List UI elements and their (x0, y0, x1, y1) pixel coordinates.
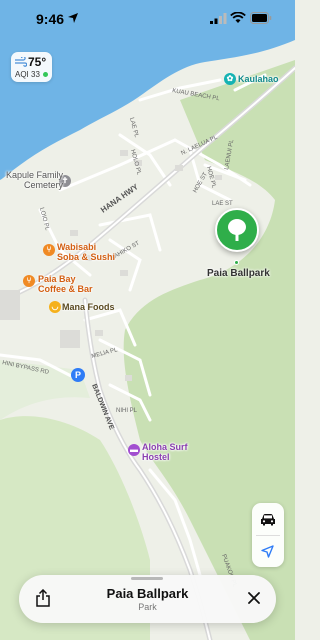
wind-icon (15, 57, 27, 67)
status-time: 9:46 (36, 11, 65, 27)
restaurant-poi-icon[interactable]: ⑂ (23, 275, 35, 287)
poi-label-paia-bay[interactable]: Paia Bay Coffee & Bar (38, 274, 93, 294)
poi-label-cemetery[interactable]: Kapule Family Cemetery (6, 170, 63, 190)
beach-poi-icon[interactable]: ✿ (224, 73, 236, 85)
car-icon (261, 514, 275, 526)
status-bar: 9:46 (0, 0, 295, 40)
parking-poi-icon[interactable]: P (71, 368, 85, 382)
street-label-lae-st: LAE ST (212, 201, 233, 207)
selected-park-pin[interactable] (215, 208, 259, 252)
tree-icon (228, 219, 246, 241)
grocery-poi-icon[interactable]: ◡ (49, 301, 61, 313)
place-title: Paia Ballpark (106, 586, 189, 601)
wifi-icon (230, 12, 246, 23)
sheet-grabber[interactable] (131, 577, 163, 580)
place-category: Park (138, 602, 157, 612)
battery-icon (250, 12, 272, 24)
hotel-poi-icon[interactable]: ▬ (128, 444, 140, 456)
poi-label-wabisabi[interactable]: Wabisabi Soba & Sushi (57, 242, 115, 262)
street-label-nihi: NIHI PL (116, 408, 138, 414)
location-arrow-icon (68, 13, 78, 23)
restaurant-poi-icon[interactable]: ⑂ (43, 244, 55, 256)
map-view[interactable]: HANA HWY KUAU BEACH PL LAE PL HOLO PL N.… (0, 0, 295, 640)
transport-mode-button[interactable] (252, 503, 284, 535)
selected-park-label[interactable]: Paia Ballpark (207, 268, 270, 279)
aqi-status-dot (43, 72, 48, 77)
aqi-value: AQI 33 (15, 70, 40, 79)
map-controls (252, 503, 284, 567)
poi-label-mana-foods[interactable]: Mana Foods (62, 302, 115, 312)
location-arrow-icon (261, 545, 274, 558)
close-icon (248, 592, 260, 604)
selected-park-dot (234, 260, 239, 265)
cellular-signal-icon (210, 13, 227, 24)
current-location-button[interactable] (252, 536, 284, 567)
weather-widget[interactable]: 75° AQI 33 (11, 52, 52, 82)
temperature: 75° (28, 55, 47, 69)
poi-label-aloha-surf[interactable]: Aloha Surf Hostel (142, 442, 188, 462)
poi-label-kaulahao[interactable]: Kaulahao (238, 74, 279, 84)
place-card[interactable]: Paia Ballpark Park (19, 575, 276, 623)
close-button[interactable] (241, 585, 267, 611)
